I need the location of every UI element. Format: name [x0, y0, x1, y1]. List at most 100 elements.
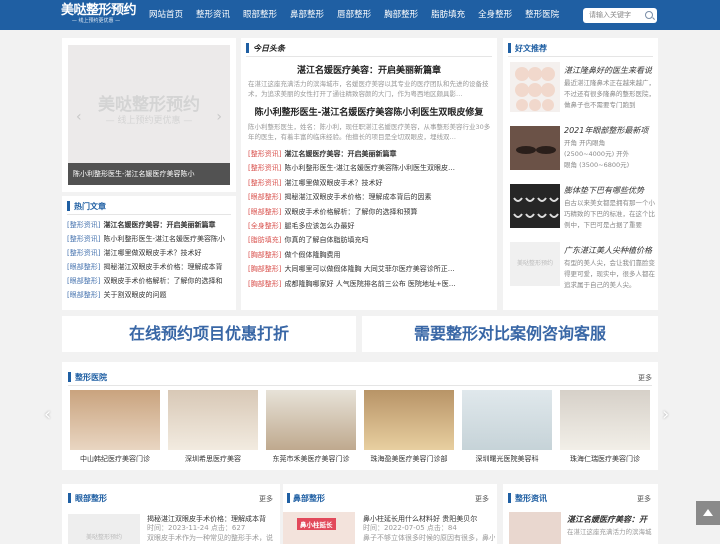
hospital-photo-4[interactable]	[364, 390, 454, 450]
nav-nose[interactable]: 鼻部整形	[284, 0, 331, 30]
today-headline-1[interactable]: 湛江名媛医疗美容：开启美丽新篇章	[241, 63, 497, 76]
hospital-name-2[interactable]: 深圳希思医疗美容	[168, 454, 258, 464]
nav-news[interactable]: 整形资讯	[190, 0, 237, 30]
hot-tag[interactable]: [整形资讯]	[67, 235, 100, 243]
hot-text[interactable]: 陈小利整形医生-湛江名媛医疗美容陈小	[103, 235, 225, 243]
nav-lip[interactable]: 唇部整形	[331, 0, 378, 30]
nav-eye[interactable]: 眼部整形	[237, 0, 284, 30]
logo-subtitle: — 线上预约更优惠 —	[71, 18, 121, 24]
recommend-title-2[interactable]: 2021年眼部整形最新项	[564, 125, 656, 136]
today-text[interactable]: 湛江哪里做双眼皮手术？技术好	[284, 179, 382, 187]
today-tag[interactable]: [胸部整形]	[248, 280, 281, 288]
today-tag[interactable]: [胸部整形]	[248, 251, 281, 259]
hot-text[interactable]: 湛江哪里做双眼皮手术？技术好	[103, 249, 201, 257]
today-item[interactable]: [整形资讯] 陈小利整形医生-湛江名媛医疗美容陈小利医生双眼皮…	[248, 163, 492, 173]
hot-tag[interactable]: [眼部整形]	[67, 291, 100, 299]
hospital-photo-6[interactable]	[560, 390, 650, 450]
hospital-name-5[interactable]: 深圳曙光医院美容科	[462, 454, 552, 464]
nav-breast[interactable]: 胸部整形	[378, 0, 425, 30]
today-desc-2: 陈小利整形医生，姓名：陈小利，现任职湛江名媛医疗美容，从事整形美容行业30多年的…	[248, 123, 491, 141]
hospital-next-icon[interactable]: ›	[662, 404, 669, 425]
hot-tag[interactable]: [眼部整形]	[67, 263, 100, 271]
hot-text[interactable]: 关于割双眼皮的问题	[103, 291, 166, 299]
hot-tag[interactable]: [眼部整形]	[67, 277, 100, 285]
nav-home[interactable]: 网站首页	[143, 0, 190, 30]
today-headline-2[interactable]: 陈小利整形医生-湛江名媛医疗美容陈小利医生双眼皮修复	[241, 105, 497, 118]
nav-hospital[interactable]: 整形医院	[519, 0, 566, 30]
nose-thumb[interactable]: 鼻小柱延长	[283, 512, 355, 544]
today-text[interactable]: 大同哪里可以做假体隆胸 大同艾菲尔医疗美容诊所正…	[284, 265, 454, 273]
today-tag[interactable]: [整形资讯]	[248, 150, 281, 158]
eye-more-link[interactable]: 更多	[259, 494, 273, 504]
recommend-thumb-1[interactable]	[510, 62, 560, 112]
hot-item[interactable]: [眼部整形] 揭秘湛江双眼皮手术价格：理解成本背	[67, 262, 232, 272]
hospital-name-6[interactable]: 珠海仁瑞医疗美容门诊	[560, 454, 650, 464]
hospital-name-4[interactable]: 珠海盈美医疗美容门诊部	[364, 454, 454, 464]
today-item[interactable]: [全身整形] 腿毛多应该怎么办最好	[248, 221, 492, 231]
today-text[interactable]: 湛江名媛医疗美容：开启美丽新篇章	[284, 150, 396, 158]
today-item[interactable]: [眼部整形] 双眼皮手术价格解析：了解你的选择和预算	[248, 207, 492, 217]
news-more-link[interactable]: 更多	[637, 494, 651, 504]
today-item[interactable]: [眼部整形] 揭秘湛江双眼皮手术价格：理解成本背后的因素	[248, 192, 492, 202]
today-text[interactable]: 揭秘湛江双眼皮手术价格：理解成本背后的因素	[284, 193, 431, 201]
hot-item[interactable]: [整形资讯] 陈小利整形医生-湛江名媛医疗美容陈小	[67, 234, 232, 244]
hot-item[interactable]: [整形资讯] 湛江名媛医疗美容：开启美丽新篇章	[67, 220, 232, 230]
today-tag[interactable]: [整形资讯]	[248, 179, 281, 187]
promo-banner-consult[interactable]: 需要整形对比案例咨询客服	[362, 316, 658, 352]
today-text[interactable]: 做个假体隆胸费用	[284, 251, 340, 259]
today-item[interactable]: [整形资讯] 湛江哪里做双眼皮手术？技术好	[248, 178, 492, 188]
hospital-photo-5[interactable]	[462, 390, 552, 450]
search-icon[interactable]	[645, 11, 653, 19]
promo-banner-discount[interactable]: 在线预约项目优惠打折	[62, 316, 356, 352]
recommend-title-4[interactable]: 广东湛江美人尖种植价格	[564, 245, 656, 256]
today-item[interactable]: [胸部整形] 大同哪里可以做假体隆胸 大同艾菲尔医疗美容诊所正…	[248, 264, 492, 274]
hot-text[interactable]: 湛江名媛医疗美容：开启美丽新篇章	[103, 221, 215, 229]
slider-caption[interactable]: 陈小利整形医生-湛江名媛医疗美容陈小	[68, 163, 230, 185]
recommend-title-3[interactable]: 膨体垫下巴有哪些优势	[564, 185, 656, 196]
today-text[interactable]: 成都隆胸哪家好 人气医院排名前三公布 医院地址+医…	[284, 280, 455, 288]
search-input[interactable]: 请输入关键字	[583, 8, 657, 23]
slider-next-icon[interactable]: ›	[216, 109, 222, 125]
today-text[interactable]: 陈小利整形医生-湛江名媛医疗美容陈小利医生双眼皮…	[284, 164, 455, 172]
today-text[interactable]: 腿毛多应该怎么办最好	[284, 222, 354, 230]
recommend-thumb-3[interactable]	[510, 184, 560, 228]
hospital-photo-2[interactable]	[168, 390, 258, 450]
site-logo[interactable]: 美哒整形预约 — 线上预约更优惠 —	[61, 3, 137, 27]
today-tag[interactable]: [胸部整形]	[248, 265, 281, 273]
hot-tag[interactable]: [整形资讯]	[67, 249, 100, 257]
today-item[interactable]: [胸部整形] 成都隆胸哪家好 人气医院排名前三公布 医院地址+医…	[248, 279, 492, 289]
nav-body[interactable]: 全身整形	[472, 0, 519, 30]
hospital-name-1[interactable]: 中山韩纪医疗美容门诊	[70, 454, 160, 464]
hot-item[interactable]: [眼部整形] 关于割双眼皮的问题	[67, 290, 232, 300]
hospital-name-3[interactable]: 东莞市禾美医疗美容门诊	[266, 454, 356, 464]
today-item[interactable]: [胸部整形] 做个假体隆胸费用	[248, 250, 492, 260]
recommend-thumb-2[interactable]	[510, 126, 560, 170]
hot-item[interactable]: [整形资讯] 湛江哪里做双眼皮手术？技术好	[67, 248, 232, 258]
today-text[interactable]: 你真的了解自体脂肪填充吗	[284, 236, 368, 244]
back-to-top-button[interactable]	[696, 501, 720, 525]
divider	[67, 214, 231, 215]
today-tag[interactable]: [眼部整形]	[248, 193, 281, 201]
today-tag[interactable]: [脂肪填充]	[248, 236, 281, 244]
recommend-thumb-4[interactable]: 美哒整形预约	[510, 242, 560, 286]
hot-text[interactable]: 双眼皮手术价格解析：了解你的选择和	[103, 277, 222, 285]
recommend-title-1[interactable]: 湛江隆鼻好的医生来看说	[564, 65, 656, 76]
hot-item[interactable]: [眼部整形] 双眼皮手术价格解析：了解你的选择和	[67, 276, 232, 286]
hospital-photo-3[interactable]	[266, 390, 356, 450]
hospital-more-link[interactable]: 更多	[638, 373, 652, 383]
today-tag[interactable]: [眼部整形]	[248, 208, 281, 216]
today-tag[interactable]: [全身整形]	[248, 222, 281, 230]
nose-more-link[interactable]: 更多	[475, 494, 489, 504]
hospital-photo-1[interactable]	[70, 390, 160, 450]
hot-tag[interactable]: [整形资讯]	[67, 221, 100, 229]
nav-fat[interactable]: 脂肪填充	[425, 0, 472, 30]
today-item[interactable]: [整形资讯] 湛江名媛医疗美容：开启美丽新篇章	[248, 149, 492, 159]
today-item[interactable]: [脂肪填充] 你真的了解自体脂肪填充吗	[248, 235, 492, 245]
hospital-prev-icon[interactable]: ‹	[44, 404, 51, 425]
news-thumb[interactable]	[509, 512, 561, 544]
slider-prev-icon[interactable]: ‹	[76, 109, 82, 125]
hot-text[interactable]: 揭秘湛江双眼皮手术价格：理解成本背	[103, 263, 222, 271]
today-text[interactable]: 双眼皮手术价格解析：了解你的选择和预算	[284, 208, 417, 216]
today-tag[interactable]: [整形资讯]	[248, 164, 281, 172]
news-item-title[interactable]: 湛江名媛医疗美容：开	[567, 514, 655, 525]
